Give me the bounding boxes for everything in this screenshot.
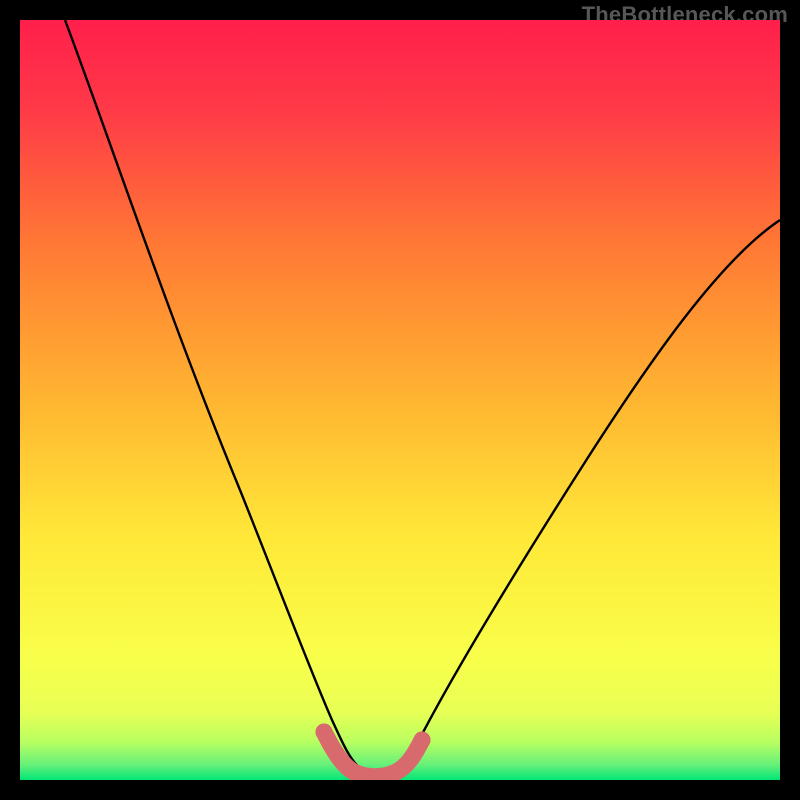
plot-area bbox=[20, 20, 780, 780]
band-end-marker bbox=[414, 732, 431, 749]
gradient-background bbox=[20, 20, 780, 780]
band-start-marker bbox=[316, 724, 333, 741]
chart-svg bbox=[20, 20, 780, 780]
chart-frame: TheBottleneck.com bbox=[0, 0, 800, 800]
